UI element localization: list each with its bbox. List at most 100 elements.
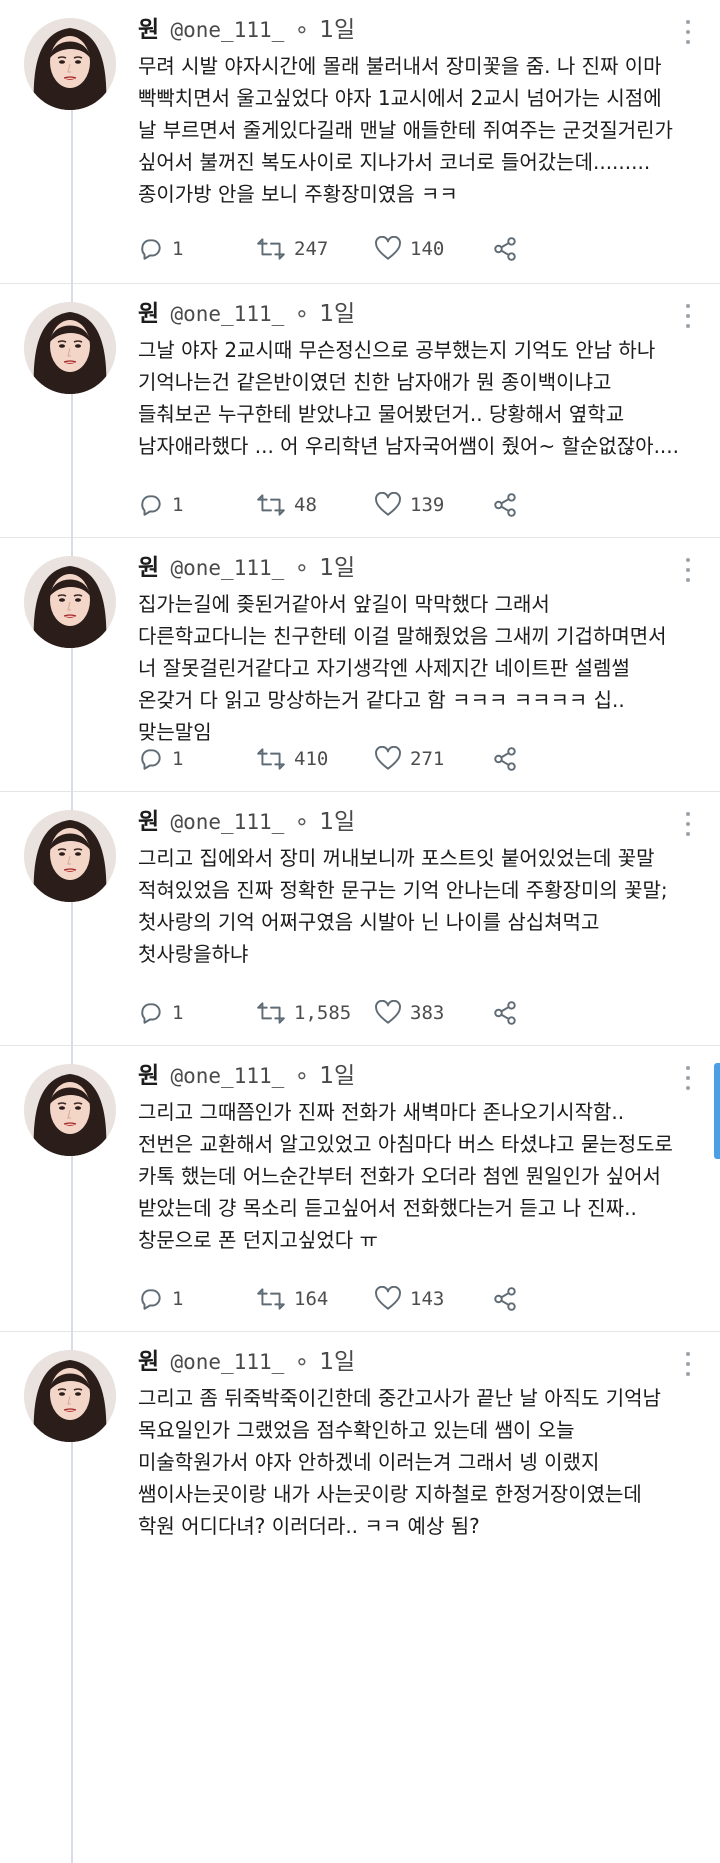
like-count: 271	[410, 748, 445, 770]
avatar[interactable]	[24, 556, 116, 648]
tweet[interactable]: 원 @one_111_ ∘ 1일 집가는길에 좆된거같아서 앞길이 막막했다 그…	[0, 538, 720, 792]
avatar[interactable]	[24, 302, 116, 394]
more-options-icon[interactable]	[678, 556, 698, 584]
tweet[interactable]: 원 @one_111_ ∘ 1일 그리고 그때쯤인가 진짜 전화가 새벽마다 존…	[0, 1046, 720, 1332]
tweet[interactable]: 원 @one_111_ ∘ 1일 무려 시발 야자시간에 몰래 불러내서 장미꽃…	[0, 0, 720, 284]
like-button[interactable]: 143	[374, 1286, 492, 1312]
user-handle[interactable]: @one_111_	[170, 810, 284, 834]
more-options-icon[interactable]	[678, 1350, 698, 1378]
share-icon[interactable]	[492, 236, 518, 262]
user-handle[interactable]: @one_111_	[170, 556, 284, 580]
tweet-text: 무려 시발 야자시간에 몰래 불러내서 장미꽃을 줌. 나 진짜 이마 빡빡치면…	[138, 54, 673, 206]
display-name[interactable]: 원	[138, 809, 159, 835]
tweet-text: 그리고 좀 뒤죽박죽이긴한데 중간고사가 끝난 날 아직도 기억남 목요일인가 …	[138, 1386, 661, 1538]
reply-button[interactable]: 1	[138, 236, 256, 262]
thread-line	[71, 1046, 73, 1066]
timestamp[interactable]: 1일	[319, 1349, 355, 1375]
display-name[interactable]: 원	[138, 301, 159, 327]
retweet-button[interactable]: 48	[256, 492, 374, 518]
thread-line	[71, 1156, 73, 1332]
more-options-icon[interactable]	[678, 302, 698, 330]
share-icon[interactable]	[492, 1286, 518, 1312]
retweet-icon	[257, 748, 285, 770]
like-button[interactable]: 139	[374, 492, 492, 518]
heart-icon	[375, 492, 401, 516]
tweet[interactable]: 원 @one_111_ ∘ 1일 그리고 집에와서 장미 꺼내보니까 포스트잇 …	[0, 792, 720, 1046]
user-handle[interactable]: @one_111_	[170, 302, 284, 326]
thread-line	[71, 648, 73, 792]
share-icon[interactable]	[492, 492, 518, 518]
more-options-icon[interactable]	[678, 810, 698, 838]
thread-line	[71, 792, 73, 812]
like-count: 383	[410, 1002, 445, 1024]
separator-dot: ∘	[294, 17, 309, 43]
reply-icon	[141, 1003, 161, 1024]
tweet-text: 그날 야자 2교시때 무슨정신으로 공부했는지 기억도 안남 하나 기억나는건 …	[138, 338, 680, 458]
user-handle[interactable]: @one_111_	[170, 18, 284, 42]
reply-count: 1	[172, 1002, 184, 1024]
retweet-count: 48	[294, 494, 317, 516]
tweet-text: 그리고 그때쯤인가 진짜 전화가 새벽마다 존나오기시작함.. 전번은 교환해서…	[138, 1100, 673, 1252]
display-name[interactable]: 원	[138, 17, 159, 43]
timestamp[interactable]: 1일	[319, 809, 355, 835]
tweet-header: 원 @one_111_ ∘ 1일	[138, 806, 680, 838]
avatar-portrait-icon	[24, 1350, 116, 1442]
like-button[interactable]: 140	[374, 236, 492, 262]
avatar[interactable]	[24, 1350, 116, 1442]
tweet-text: 집가는길에 좆된거같아서 앞길이 막막했다 그래서 다른학교다니는 친구한테 이…	[138, 592, 667, 744]
scrollbar-thumb[interactable]	[714, 1063, 720, 1159]
tweet-content: 원 @one_111_ ∘ 1일 무려 시발 야자시간에 몰래 불러내서 장미꽃…	[138, 14, 680, 210]
user-handle[interactable]: @one_111_	[170, 1064, 284, 1088]
reply-button[interactable]: 1	[138, 1000, 256, 1026]
reply-icon	[141, 495, 161, 516]
share-icon[interactable]	[492, 1000, 518, 1026]
reply-icon	[141, 239, 161, 260]
tweet-header: 원 @one_111_ ∘ 1일	[138, 14, 680, 46]
timestamp[interactable]: 1일	[319, 1063, 355, 1089]
tweet-content: 원 @one_111_ ∘ 1일 그날 야자 2교시때 무슨정신으로 공부했는지…	[138, 298, 680, 462]
heart-icon	[375, 1286, 401, 1310]
avatar-portrait-icon	[24, 1064, 116, 1156]
retweet-count: 1,585	[294, 1002, 352, 1024]
timestamp[interactable]: 1일	[319, 17, 355, 43]
display-name[interactable]: 원	[138, 555, 159, 581]
reply-count: 1	[172, 494, 184, 516]
thread-line	[71, 538, 73, 558]
avatar-portrait-icon	[24, 810, 116, 902]
avatar[interactable]	[24, 810, 116, 902]
tweet-header: 원 @one_111_ ∘ 1일	[138, 298, 680, 330]
user-handle[interactable]: @one_111_	[170, 1350, 284, 1374]
retweet-button[interactable]: 1,585	[256, 1000, 374, 1026]
tweet-actions: 1 48 139	[138, 492, 578, 518]
thread-line	[71, 284, 73, 304]
like-button[interactable]: 271	[374, 746, 492, 772]
avatar-portrait-icon	[24, 556, 116, 648]
display-name[interactable]: 원	[138, 1063, 159, 1089]
tweet-content: 원 @one_111_ ∘ 1일 집가는길에 좆된거같아서 앞길이 막막했다 그…	[138, 552, 680, 748]
tweet-header: 원 @one_111_ ∘ 1일	[138, 552, 680, 584]
tweet[interactable]: 원 @one_111_ ∘ 1일 그리고 좀 뒤죽박죽이긴한데 중간고사가 끝난…	[0, 1332, 720, 1863]
reply-button[interactable]: 1	[138, 746, 256, 772]
avatar[interactable]	[24, 18, 116, 110]
like-button[interactable]: 383	[374, 1000, 492, 1026]
tweet[interactable]: 원 @one_111_ ∘ 1일 그날 야자 2교시때 무슨정신으로 공부했는지…	[0, 284, 720, 538]
display-name[interactable]: 원	[138, 1349, 159, 1375]
tweet-actions: 1 410 271	[138, 746, 578, 772]
like-count: 143	[410, 1288, 445, 1310]
share-icon[interactable]	[492, 746, 518, 772]
retweet-button[interactable]: 247	[256, 236, 374, 262]
avatar[interactable]	[24, 1064, 116, 1156]
timestamp[interactable]: 1일	[319, 301, 355, 327]
thread-line	[71, 394, 73, 538]
more-options-icon[interactable]	[678, 1064, 698, 1092]
like-count: 140	[410, 238, 445, 260]
tweet-actions: 1 164 143	[138, 1286, 578, 1312]
thread-line	[71, 110, 73, 284]
more-options-icon[interactable]	[678, 18, 698, 46]
reply-button[interactable]: 1	[138, 1286, 256, 1312]
reply-button[interactable]: 1	[138, 492, 256, 518]
retweet-button[interactable]: 164	[256, 1286, 374, 1312]
separator-dot: ∘	[294, 301, 309, 327]
timestamp[interactable]: 1일	[319, 555, 355, 581]
retweet-button[interactable]: 410	[256, 746, 374, 772]
